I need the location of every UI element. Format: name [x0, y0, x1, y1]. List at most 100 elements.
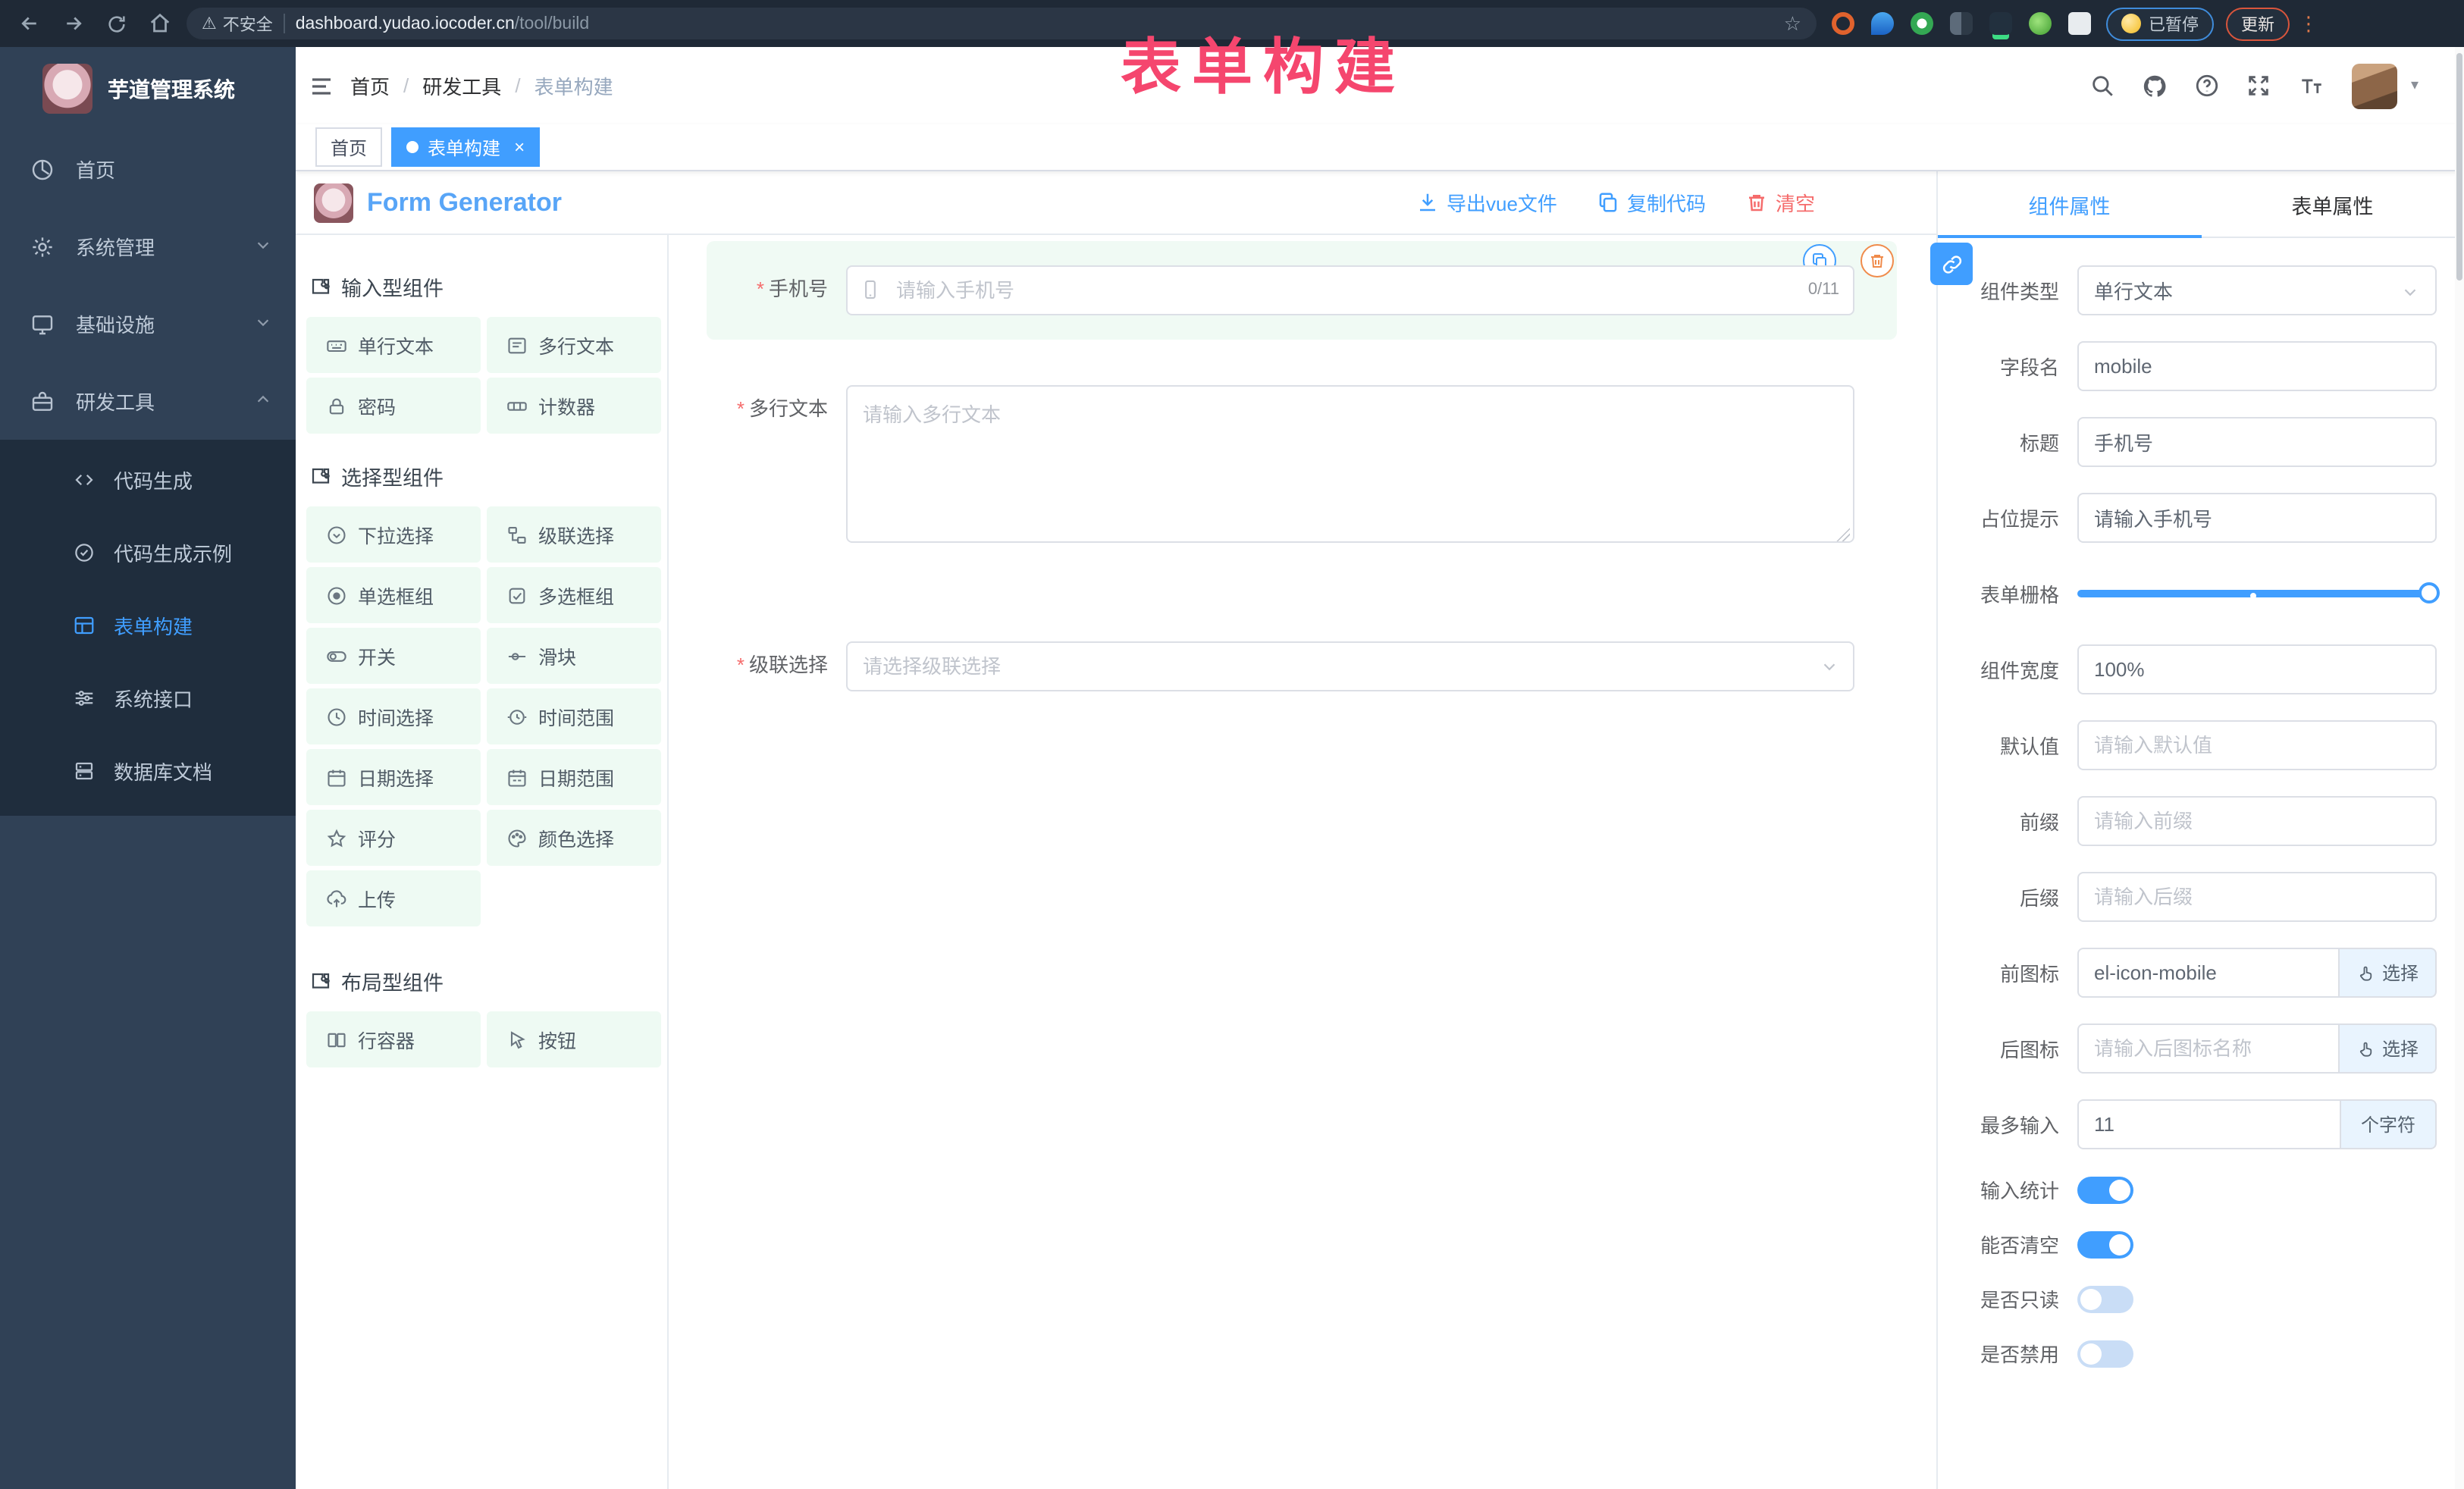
- cascader-input[interactable]: [846, 641, 1854, 691]
- extension-icon[interactable]: [1911, 12, 1933, 35]
- placeholder-input[interactable]: [2077, 493, 2437, 543]
- github-icon[interactable]: [2141, 72, 2168, 99]
- palette-item-button[interactable]: 按钮: [487, 1011, 661, 1067]
- palette-item-single-line[interactable]: 单行文本: [306, 317, 481, 373]
- palette-item-radio-group[interactable]: 单选框组: [306, 567, 481, 623]
- component-width-input[interactable]: [2077, 644, 2437, 694]
- breadcrumb-devtools[interactable]: 研发工具: [422, 71, 501, 100]
- palette-item-upload[interactable]: 上传: [306, 870, 481, 926]
- palette-item-switch[interactable]: 开关: [306, 628, 481, 684]
- sidebar-item-db-doc[interactable]: 数据库文档: [0, 734, 296, 807]
- mobile-input[interactable]: [846, 265, 1854, 315]
- palette-item-row-container[interactable]: 行容器: [306, 1011, 481, 1067]
- slider-handle[interactable]: [2419, 582, 2440, 603]
- extension-icon[interactable]: [1871, 12, 1894, 35]
- export-vue-button[interactable]: 导出vue文件: [1416, 188, 1557, 217]
- canvas-field-cascader[interactable]: *级联选择: [707, 617, 1897, 716]
- sidebar-item-api[interactable]: 系统接口: [0, 661, 296, 734]
- tab-component-props[interactable]: 组件属性: [1938, 171, 2201, 237]
- sidebar-item-system[interactable]: 系统管理: [0, 208, 296, 285]
- palette-item-select[interactable]: 下拉选择: [306, 506, 481, 563]
- canvas-field-mobile[interactable]: *手机号 0/11: [707, 241, 1897, 340]
- breadcrumb-home[interactable]: 首页: [350, 71, 390, 100]
- back-icon[interactable]: [18, 12, 41, 35]
- sidebar-item-infra[interactable]: 基础设施: [0, 285, 296, 362]
- form-grid-slider[interactable]: [2077, 569, 2437, 619]
- palette-item-slider[interactable]: 滑块: [487, 628, 661, 684]
- browser-menu-icon[interactable]: ⋮: [2299, 11, 2318, 36]
- bookmark-star-icon[interactable]: ☆: [1784, 11, 1801, 36]
- hamburger-icon[interactable]: [296, 72, 350, 99]
- home-icon[interactable]: [149, 12, 171, 35]
- extension-icon[interactable]: [1832, 12, 1854, 35]
- window-scrollbar[interactable]: [2455, 47, 2464, 1489]
- clearable-toggle[interactable]: [2077, 1230, 2133, 1258]
- palette-item-textarea[interactable]: 多行文本: [487, 317, 661, 373]
- scrollbar-thumb[interactable]: [2456, 53, 2462, 281]
- readonly-toggle[interactable]: [2077, 1285, 2133, 1312]
- copy-icon: [1597, 191, 1619, 214]
- active-tab-underline: [1938, 235, 2201, 238]
- input-statistics-toggle[interactable]: [2077, 1176, 2133, 1203]
- monitor-icon: [30, 312, 55, 336]
- sidebar-item-home[interactable]: 首页: [0, 130, 296, 208]
- sidebar-item-devtools[interactable]: 研发工具: [0, 362, 296, 440]
- browser-update-button[interactable]: 更新: [2226, 7, 2290, 40]
- tab-form-props[interactable]: 表单属性: [2201, 171, 2464, 237]
- search-icon[interactable]: [2089, 73, 2115, 99]
- tag-home[interactable]: 首页: [315, 127, 382, 167]
- trash-icon: [1745, 191, 1768, 214]
- palette-item-checkbox-group[interactable]: 多选框组: [487, 567, 661, 623]
- extension-icon[interactable]: [2029, 12, 2052, 35]
- palette-item-counter[interactable]: 计数器: [487, 378, 661, 434]
- extension-icon[interactable]: [1989, 12, 2012, 35]
- delete-field-button[interactable]: [1861, 244, 1894, 277]
- max-length-input[interactable]: [2077, 1099, 2341, 1149]
- suffix-input[interactable]: [2077, 872, 2437, 922]
- choose-prefix-icon-button[interactable]: 选择: [2340, 948, 2437, 998]
- field-name-input[interactable]: [2077, 341, 2437, 391]
- palette-item-date-picker[interactable]: 日期选择: [306, 749, 481, 805]
- palette-item-rate[interactable]: 评分: [306, 810, 481, 866]
- font-size-icon[interactable]: [2297, 73, 2326, 99]
- not-secure-warning[interactable]: ⚠ 不安全: [202, 11, 273, 36]
- palette-item-time-picker[interactable]: 时间选择: [306, 688, 481, 744]
- prefix-input[interactable]: [2077, 796, 2437, 846]
- address-bar[interactable]: ⚠ 不安全 dashboard.yudao.iocoder.cn/tool/bu…: [187, 8, 1817, 39]
- choose-suffix-icon-button[interactable]: 选择: [2340, 1023, 2437, 1074]
- palette-item-date-range[interactable]: 日期范围: [487, 749, 661, 805]
- palette-item-time-range[interactable]: 时间范围: [487, 688, 661, 744]
- close-icon[interactable]: ×: [514, 136, 525, 158]
- fullscreen-icon[interactable]: [2246, 73, 2271, 99]
- sidebar-item-form-builder[interactable]: 表单构建: [0, 588, 296, 661]
- suffix-icon-input[interactable]: [2077, 1023, 2340, 1074]
- app-logo-row[interactable]: 芋道管理系统: [0, 47, 296, 130]
- puzzle-icon[interactable]: [2068, 12, 2091, 35]
- reload-icon[interactable]: [106, 13, 127, 34]
- component-type-select[interactable]: 单行文本: [2077, 265, 2437, 315]
- profile-paused-badge[interactable]: 已暂停: [2106, 7, 2214, 40]
- sidebar-item-codegen[interactable]: 代码生成: [0, 443, 296, 516]
- copy-code-button[interactable]: 复制代码: [1597, 188, 1706, 217]
- tag-form-builder[interactable]: 表单构建 ×: [391, 127, 540, 167]
- clear-button[interactable]: 清空: [1745, 188, 1815, 217]
- checkbox-icon: [506, 585, 528, 606]
- canvas-field-textarea[interactable]: *多行文本: [707, 361, 1897, 575]
- resize-handle[interactable]: [1836, 528, 1850, 541]
- palette-item-password[interactable]: 密码: [306, 378, 481, 434]
- avatar[interactable]: [2352, 63, 2397, 108]
- caret-down-icon[interactable]: ▾: [2411, 77, 2419, 94]
- disabled-toggle[interactable]: [2077, 1340, 2133, 1367]
- default-value-input[interactable]: [2077, 720, 2437, 770]
- prefix-icon-input[interactable]: [2077, 948, 2340, 998]
- palette-item-color-picker[interactable]: 颜色选择: [487, 810, 661, 866]
- title-input[interactable]: [2077, 417, 2437, 467]
- palette-item-cascader[interactable]: 级联选择: [487, 506, 661, 563]
- extension-icon[interactable]: [1950, 12, 1973, 35]
- textarea-input[interactable]: [846, 385, 1854, 543]
- help-icon[interactable]: [2194, 73, 2220, 99]
- panel-link-handle[interactable]: [1930, 243, 1973, 285]
- sidebar-item-codegen-demo[interactable]: 代码生成示例: [0, 516, 296, 588]
- forward-icon[interactable]: [62, 12, 85, 35]
- hand-pointer-icon: [2356, 964, 2375, 982]
